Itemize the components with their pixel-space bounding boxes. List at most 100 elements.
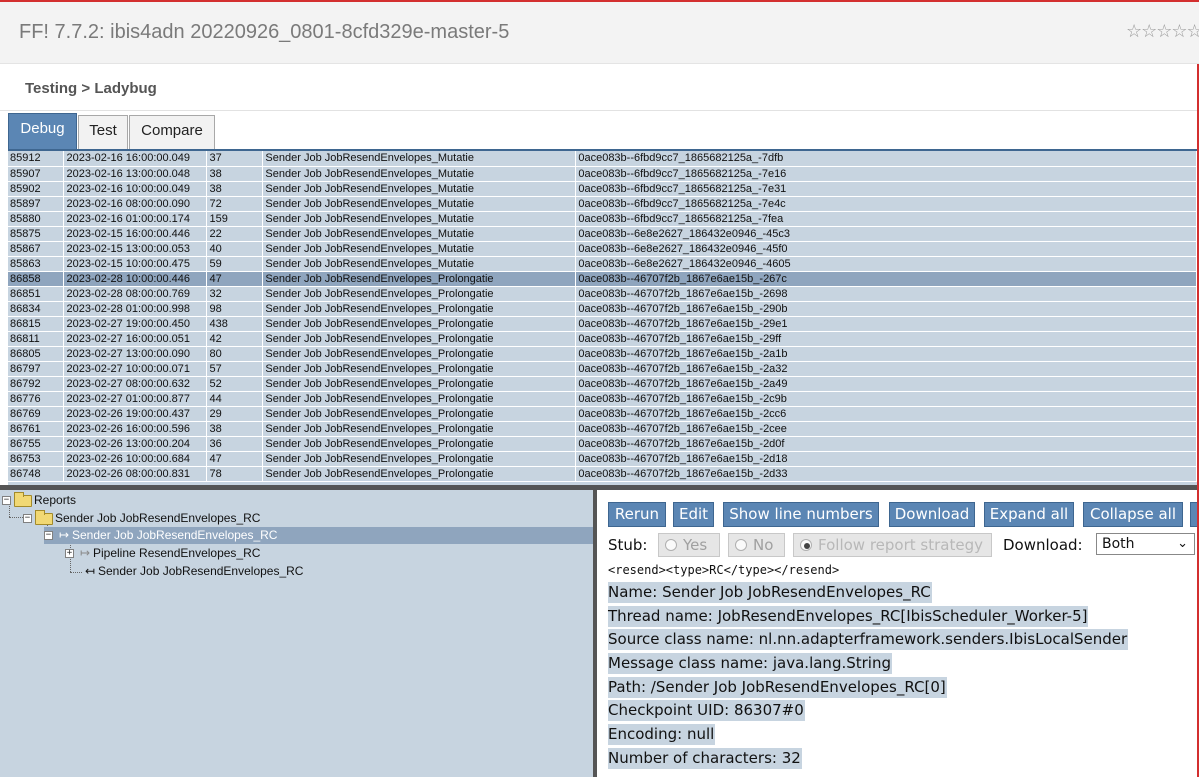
table-row[interactable]: 86851 2023-02-28 08:00:00.769 32 Sender Job… [8, 286, 1197, 302]
radio-checked-icon [800, 539, 812, 551]
duration-cell: 438 [206, 316, 264, 332]
table-row[interactable]: 85912 2023-02-16 16:00:00.049 37 Sender Job… [8, 151, 1197, 167]
rerun-button[interactable]: Rerun [608, 502, 666, 527]
report-name-cell: Sender Job JobResendEnvelopes_Mutatie [262, 211, 577, 227]
table-row[interactable]: 85902 2023-02-16 10:00:00.049 38 Sender Job… [8, 181, 1197, 197]
timestamp-cell: 2023-02-27 01:00:00.877 [63, 391, 208, 407]
tree-node-sender-end[interactable]: ↤ Sender Job JobResendEnvelopes_RC [82, 563, 304, 580]
tree-node-label: Sender Job JobResendEnvelopes_RC [72, 528, 278, 542]
timestamp-cell: 2023-02-28 10:00:00.446 [63, 271, 208, 287]
expand-toggle-icon[interactable]: + [65, 549, 74, 559]
correlation-id-cell: 0ace083b--6fbd9cc7_1865682125a_-7fea [575, 211, 1197, 227]
tree-node-sender-start[interactable]: − ↦ Sender Job JobResendEnvelopes_RC [44, 527, 593, 544]
timestamp-cell: 2023-02-26 13:00:00.204 [63, 436, 208, 452]
table-row[interactable]: 86776 2023-02-27 01:00:00.877 44 Sender Job… [8, 391, 1197, 407]
collapse-toggle-icon[interactable]: − [23, 514, 32, 524]
table-row[interactable]: 86769 2023-02-26 19:00:00.437 29 Sender Job… [8, 406, 1197, 422]
duration-cell: 37 [206, 151, 264, 167]
report-id-cell: 85867 [8, 241, 65, 257]
table-row[interactable]: 86815 2023-02-27 19:00:00.450 438 Sender Jo… [8, 316, 1197, 332]
table-row[interactable]: 85907 2023-02-16 13:00:00.048 38 Sender Job… [8, 166, 1197, 182]
report-name-cell: Sender Job JobResendEnvelopes_Mutatie [262, 226, 577, 242]
duration-cell: 38 [206, 421, 264, 437]
breadcrumb: Testing > Ladybug [25, 80, 157, 97]
report-name-cell: Sender Job JobResendEnvelopes_Mutatie [262, 166, 577, 182]
correlation-id-cell: 0ace083b--46707f2b_1867e6ae15b_-29ff [575, 331, 1197, 347]
table-row[interactable]: 86753 2023-02-26 10:00:00.684 47 Sender Job… [8, 451, 1197, 467]
radio-label: No [753, 536, 774, 554]
tab-test[interactable]: Test [78, 115, 128, 149]
table-row[interactable]: 85880 2023-02-16 01:00:00.174 159 Sender Jo… [8, 211, 1197, 227]
report-id-cell: 86851 [8, 286, 65, 302]
timestamp-cell: 2023-02-16 13:00:00.048 [63, 166, 208, 182]
report-name-cell: Sender Job JobResendEnvelopes_Prolongati… [262, 346, 577, 362]
stub-yes-radio[interactable]: Yes [658, 533, 720, 557]
table-row[interactable]: 85863 2023-02-15 10:00:00.475 59 Sender Job… [8, 256, 1197, 272]
table-row[interactable]: 86805 2023-02-27 13:00:00.090 80 Sender Job… [8, 346, 1197, 362]
timestamp-cell: 2023-02-27 13:00:00.090 [63, 346, 208, 362]
tree-line [9, 517, 23, 518]
tree-node-label: Sender Job JobResendEnvelopes_RC [98, 564, 304, 578]
duration-cell: 38 [206, 166, 264, 182]
correlation-id-cell: 0ace083b--46707f2b_1867e6ae15b_-2a49 [575, 376, 1197, 392]
correlation-id-cell: 0ace083b--46707f2b_1867e6ae15b_-29e1 [575, 316, 1197, 332]
timestamp-cell: 2023-02-28 01:00:00.998 [63, 301, 208, 317]
timestamp-cell: 2023-02-28 08:00:00.769 [63, 286, 208, 302]
report-name-cell: Sender Job JobResendEnvelopes_Prolongati… [262, 271, 577, 287]
radio-circle-icon [735, 539, 747, 551]
correlation-id-cell: 0ace083b--6e8e2627_186432e0946_-4605 [575, 256, 1197, 272]
table-row[interactable]: 86755 2023-02-26 13:00:00.204 36 Sender Job… [8, 436, 1197, 452]
stub-follow-strategy-radio[interactable]: Follow report strategy [793, 533, 992, 557]
table-row[interactable]: 85875 2023-02-15 16:00:00.446 22 Sender Job… [8, 226, 1197, 242]
duration-cell: 32 [206, 286, 264, 302]
tree-node-report[interactable]: − Sender Job JobResendEnvelopes_RC [23, 509, 260, 527]
edit-button[interactable]: Edit [673, 502, 714, 527]
overflow-button[interactable] [1190, 502, 1197, 527]
timestamp-cell: 2023-02-26 16:00:00.596 [63, 421, 208, 437]
table-row[interactable]: 86792 2023-02-27 08:00:00.632 52 Sender Job… [8, 376, 1197, 392]
collapse-toggle-icon[interactable]: − [44, 531, 53, 541]
tree-node-pipeline[interactable]: + ↦ Pipeline ResendEnvelopes_RC [65, 545, 260, 562]
tree-node-reports[interactable]: − Reports [2, 491, 76, 509]
meta-number-of-characters: Number of characters: 32 [608, 748, 802, 769]
table-row[interactable]: 86797 2023-02-27 10:00:00.071 57 Sender Job… [8, 361, 1197, 377]
download-select[interactable]: Both ⌄ [1096, 533, 1195, 555]
table-row[interactable]: 86761 2023-02-26 16:00:00.596 38 Sender Job… [8, 421, 1197, 437]
report-name-cell: Sender Job JobResendEnvelopes_Prolongati… [262, 331, 577, 347]
duration-cell: 22 [206, 226, 264, 242]
timestamp-cell: 2023-02-26 19:00:00.437 [63, 406, 208, 422]
table-row[interactable]: 85897 2023-02-16 08:00:00.090 72 Sender Job… [8, 196, 1197, 212]
table-row[interactable]: 86834 2023-02-28 01:00:00.998 98 Sender Job… [8, 301, 1197, 317]
radio-label: Follow report strategy [818, 536, 983, 554]
pipeline-start-arrow-icon: ↦ [79, 546, 91, 561]
stub-no-radio[interactable]: No [728, 533, 785, 557]
duration-cell: 57 [206, 361, 264, 377]
tab-debug[interactable]: Debug [8, 113, 77, 149]
report-name-cell: Sender Job JobResendEnvelopes_Prolongati… [262, 436, 577, 452]
show-line-numbers-button[interactable]: Show line numbers [723, 502, 879, 527]
rating-stars-icon[interactable]: ☆☆☆☆☆ [1126, 21, 1199, 42]
download-button[interactable]: Download [889, 502, 975, 527]
table-row[interactable]: 85867 2023-02-15 13:00:00.053 40 Sender Job… [8, 241, 1197, 257]
expand-all-button[interactable]: Expand all [984, 502, 1074, 527]
correlation-id-cell: 0ace083b--6fbd9cc7_1865682125a_-7e4c [575, 196, 1197, 212]
collapse-toggle-icon[interactable]: − [2, 496, 11, 506]
correlation-id-cell: 0ace083b--6fbd9cc7_1865682125a_-7e31 [575, 181, 1197, 197]
table-row[interactable]: 86811 2023-02-27 16:00:00.051 42 Sender Job… [8, 331, 1197, 347]
table-row[interactable]: 86748 2023-02-26 08:00:00.831 78 Sender Job… [8, 466, 1197, 482]
report-id-cell: 85875 [8, 226, 65, 242]
correlation-id-cell: 0ace083b--46707f2b_1867e6ae15b_-2cee [575, 421, 1197, 437]
report-detail-panel: Rerun Edit Show line numbers Download Ex… [597, 490, 1197, 777]
report-id-cell: 86748 [8, 466, 65, 482]
duration-cell: 52 [206, 376, 264, 392]
duration-cell: 40 [206, 241, 264, 257]
table-row[interactable]: 86858 2023-02-28 10:00:00.446 47 Sender Job… [8, 271, 1197, 287]
report-id-cell: 86761 [8, 421, 65, 437]
meta-checkpoint-uid: Checkpoint UID: 86307#0 [608, 700, 805, 721]
correlation-id-cell: 0ace083b--46707f2b_1867e6ae15b_-2d0f [575, 436, 1197, 452]
tab-compare[interactable]: Compare [129, 115, 215, 149]
timestamp-cell: 2023-02-27 16:00:00.051 [63, 331, 208, 347]
duration-cell: 42 [206, 331, 264, 347]
collapse-all-button[interactable]: Collapse all [1083, 502, 1183, 527]
report-name-cell: Sender Job JobResendEnvelopes_Prolongati… [262, 301, 577, 317]
